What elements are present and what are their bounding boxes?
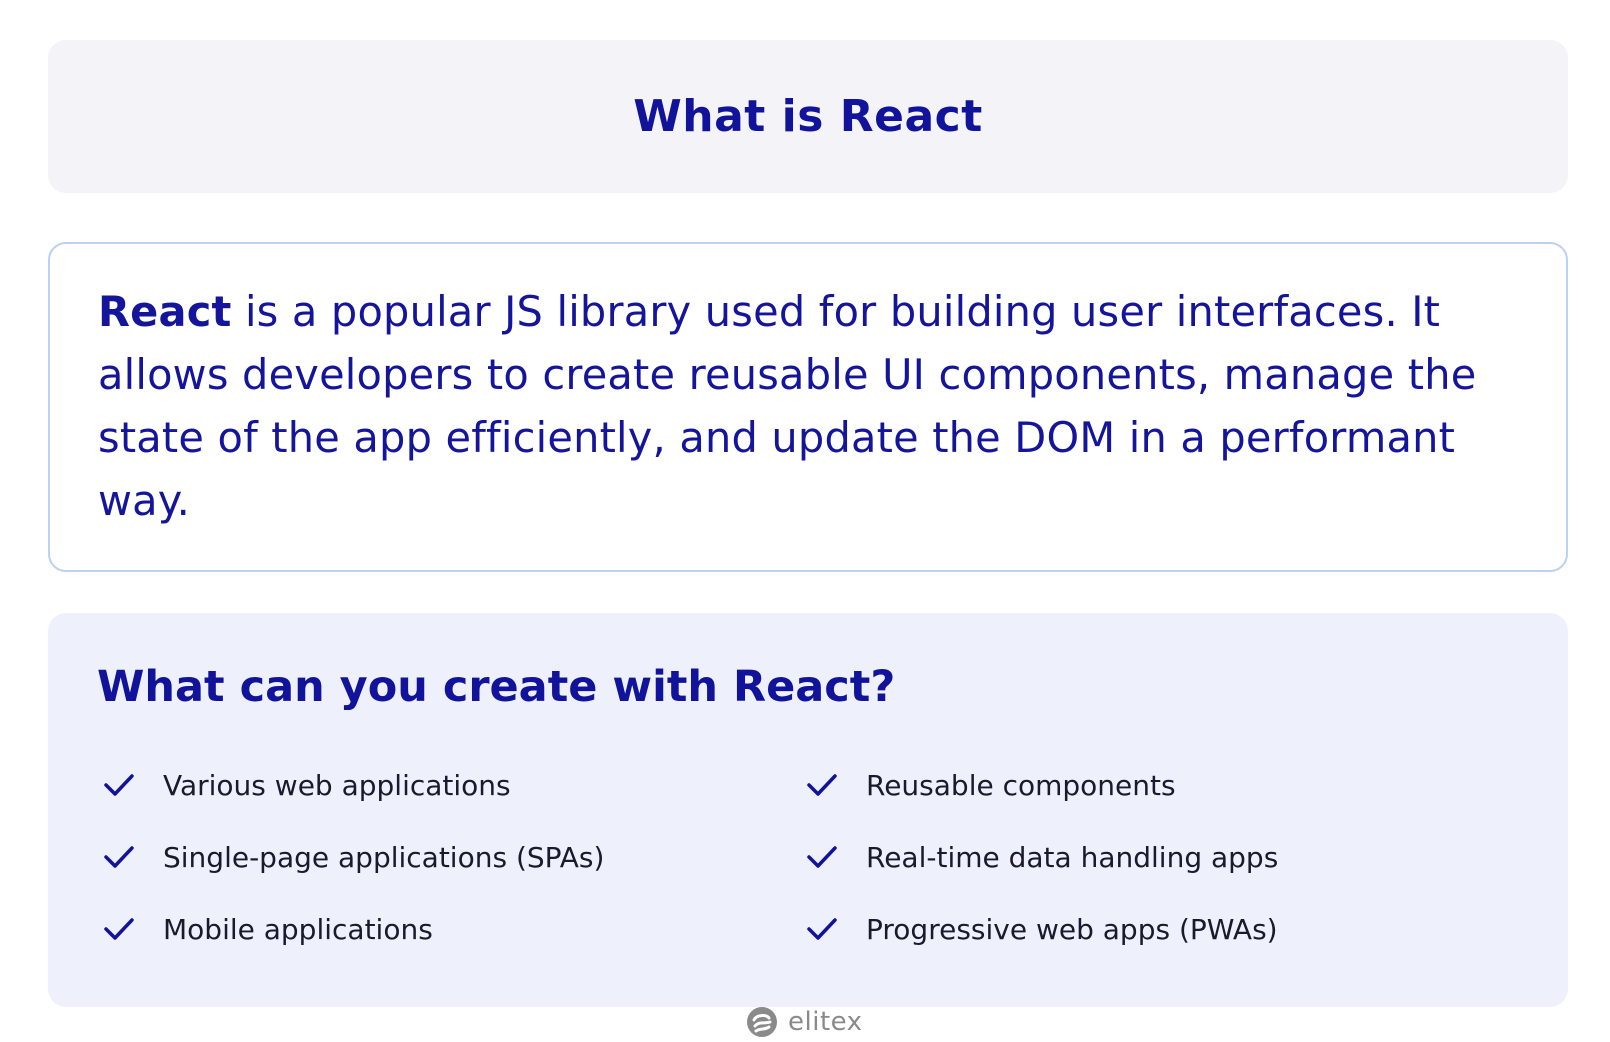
list-item: Real-time data handling apps <box>804 833 1278 881</box>
list-item-label: Real-time data handling apps <box>866 840 1279 874</box>
description-highlight: React <box>98 287 232 336</box>
page-title: What is React <box>633 91 983 142</box>
check-icon <box>101 767 137 803</box>
description-card: React is a popular JS library used for b… <box>48 242 1568 572</box>
list-item-label: Single-page applications (SPAs) <box>163 840 605 874</box>
check-icon <box>804 767 840 803</box>
list-item: Progressive web apps (PWAs) <box>804 905 1278 953</box>
list-item-label: Reusable components <box>866 768 1176 802</box>
title-card: What is React <box>48 40 1568 193</box>
elitex-logo-icon <box>746 1006 778 1038</box>
check-icon <box>101 839 137 875</box>
list-item: Mobile applications <box>101 905 604 953</box>
uses-list-left: Various web applications Single-page app… <box>101 761 604 953</box>
elitex-logo-text: elitex <box>788 1007 863 1037</box>
list-item-label: Various web applications <box>163 768 511 802</box>
check-icon <box>804 839 840 875</box>
description-text: React is a popular JS library used for b… <box>98 280 1520 532</box>
list-item: Various web applications <box>101 761 604 809</box>
elitex-logo: elitex <box>746 1005 863 1039</box>
uses-card: What can you create with React? Various … <box>48 613 1568 1007</box>
list-item-label: Mobile applications <box>163 912 433 946</box>
uses-heading: What can you create with React? <box>97 662 896 712</box>
check-icon <box>101 911 137 947</box>
list-item: Reusable components <box>804 761 1278 809</box>
list-item-label: Progressive web apps (PWAs) <box>866 912 1278 946</box>
list-item: Single-page applications (SPAs) <box>101 833 604 881</box>
check-icon <box>804 911 840 947</box>
uses-list-right: Reusable components Real-time data handl… <box>804 761 1278 953</box>
description-body: is a popular JS library used for buildin… <box>98 287 1477 525</box>
